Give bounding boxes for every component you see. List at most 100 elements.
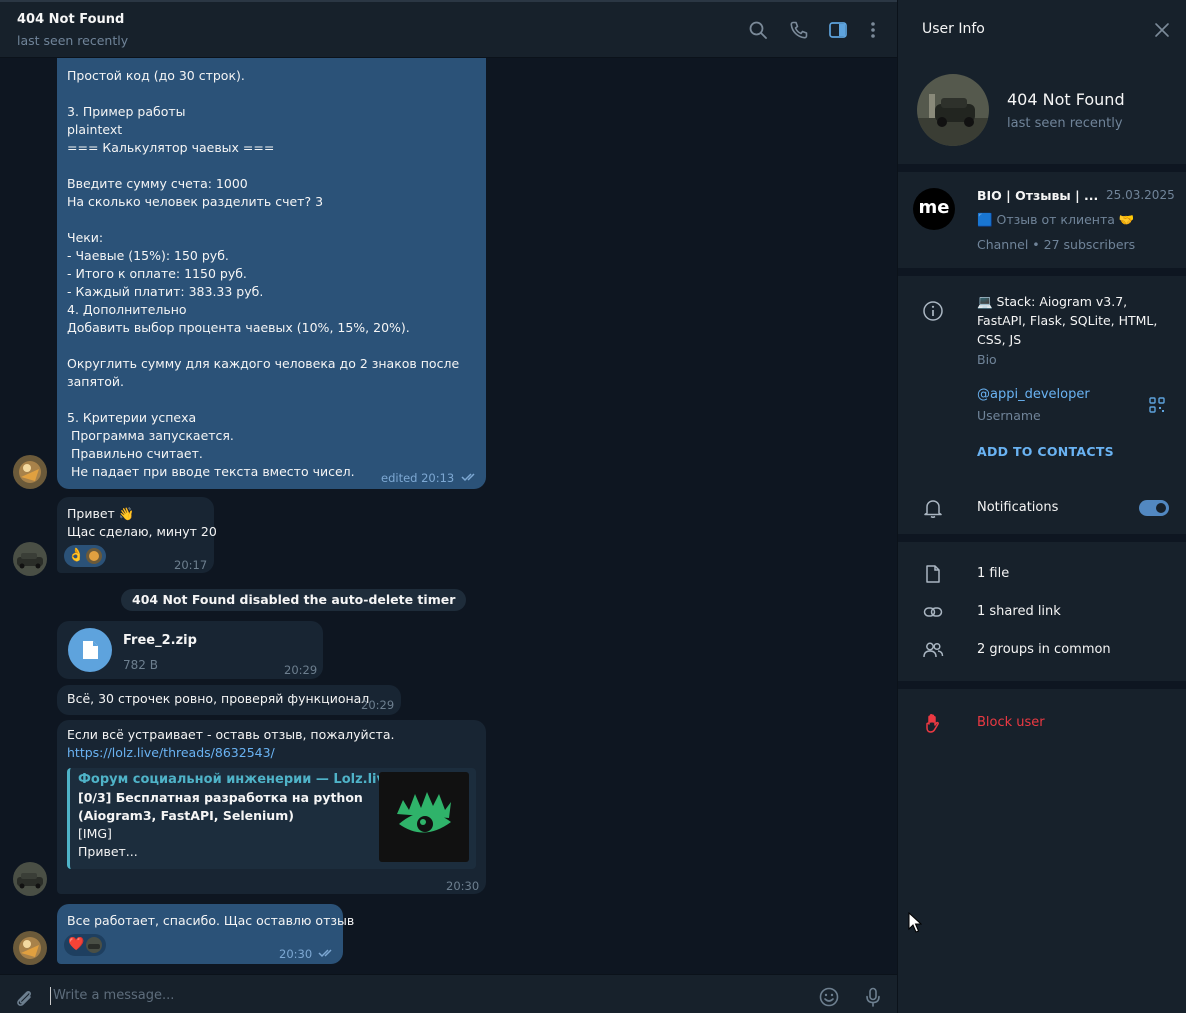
divider (898, 681, 1186, 689)
avatar[interactable] (13, 542, 47, 576)
message-bubble[interactable]: Привет 👋 Щас сделаю, минут 20 👌 20:17 (57, 497, 217, 573)
sidebar-toggle-icon[interactable] (828, 20, 848, 40)
message-time: 20:29 (284, 663, 318, 677)
channel-name[interactable]: BIO | Отзывы | ... (977, 188, 1098, 203)
message-time: 20:29 (361, 698, 395, 712)
shared-links-row[interactable]: 1 shared link (977, 604, 1061, 619)
telegram-window: 404 Not Found last seen recently Простой… (0, 0, 1186, 1013)
message-line: Добавить выбор процента чаевых (10%, 15%… (67, 320, 410, 335)
link-preview[interactable]: Форум социальной инженерии — Lolz.live..… (67, 768, 476, 869)
preview-image[interactable] (379, 772, 469, 862)
read-ticks-icon (461, 473, 475, 482)
preview-text-line: Привет... (78, 844, 138, 859)
divider (898, 534, 1186, 542)
emoji-icon[interactable] (818, 986, 840, 1008)
message-bubble[interactable]: Простой код (до 30 строк). 3. Пример рабо… (57, 58, 486, 489)
link-icon (922, 601, 944, 623)
chat-header[interactable]: 404 Not Found last seen recently (0, 2, 897, 58)
preview-text-line: [IMG] (78, 826, 112, 841)
channel-date: 25.03.2025 (1106, 188, 1175, 202)
bio-text: 💻 Stack: Aiogram v3.7, FastAPI, Flask, S… (977, 294, 1158, 347)
mouse-cursor-icon (908, 912, 922, 933)
message-text: Привет 👋 Щас сделаю, минут 20 (67, 505, 217, 541)
message-text: Если всё устраивает - оставь отзыв, пожа… (67, 727, 395, 742)
close-icon[interactable] (1154, 22, 1170, 38)
profile-status: last seen recently (1007, 116, 1123, 131)
message-bubble[interactable]: Все работает, спасибо. Щас оставлю отзыв… (57, 904, 354, 964)
toggle-knob (1154, 501, 1168, 515)
file-name[interactable]: Free_2.zip (123, 632, 197, 650)
preview-site-name: Форум социальной инженерии — Lolz.live..… (78, 772, 409, 787)
reactions[interactable]: ❤️ (64, 934, 107, 956)
groups-in-common-row[interactable]: 2 groups in common (977, 642, 1111, 657)
panel-title: User Info (922, 21, 985, 37)
user-info-panel: User Info 404 Not Found last seen recent… (897, 0, 1186, 1013)
message-line: - Итого к оплате: 1150 руб. (67, 266, 247, 281)
chat-pane: 404 Not Found last seen recently Простой… (0, 0, 897, 1013)
divider (898, 268, 1186, 276)
message-list[interactable]: Простой код (до 30 строк). 3. Пример рабо… (0, 58, 897, 974)
divider (898, 164, 1186, 172)
message-line: Введите сумму счета: 1000 (67, 176, 248, 191)
message-line: Привет 👋 (67, 506, 135, 521)
reactor-avatar (86, 937, 103, 953)
message-line: 5. Критерии успеха (67, 410, 197, 425)
hand-block-icon (922, 712, 944, 734)
file-icon (922, 563, 944, 585)
profile-avatar[interactable] (917, 74, 989, 146)
qr-code-icon[interactable] (1148, 396, 1166, 414)
file-message[interactable]: Free_2.zip 782 B 20:29 (57, 621, 323, 679)
chat-title[interactable]: 404 Not Found (17, 12, 124, 27)
bio-label: Bio (977, 352, 997, 367)
groups-icon (922, 639, 944, 661)
preview-title-line: [0/3] Бесплатная разработка на python (78, 790, 363, 805)
bell-icon (922, 497, 944, 519)
message-time: 20:17 (174, 558, 208, 572)
avatar[interactable] (13, 455, 47, 489)
message-line: Программа запускается. (67, 428, 234, 443)
message-line: Простой код (до 30 строк). (67, 68, 245, 83)
channel-last-post: 🟦 Отзыв от клиента 🤝 (977, 212, 1135, 227)
message-line (67, 391, 459, 409)
reaction-emoji: ❤️ (68, 937, 85, 952)
attach-icon[interactable] (13, 986, 35, 1008)
microphone-icon[interactable] (862, 986, 884, 1008)
message-line: Чеки: (67, 230, 104, 245)
message-line: На сколько человек разделить счет? 3 (67, 194, 324, 209)
message-line (67, 337, 459, 355)
username[interactable]: @appi_developer (977, 387, 1090, 402)
message-line: 4. Дополнительно (67, 302, 187, 317)
message-line (67, 211, 459, 229)
message-bubble[interactable]: Всё, 30 строчек ровно, проверяй функцион… (57, 685, 401, 715)
reaction-emoji: 👌 (68, 548, 85, 563)
notifications-toggle[interactable] (1139, 500, 1169, 516)
channel-meta: Channel • 27 subscribers (977, 237, 1136, 252)
avatar[interactable] (13, 862, 47, 896)
message-time: 20:30 (446, 879, 480, 893)
message-input[interactable]: Write a message... (50, 987, 174, 1005)
more-vertical-icon[interactable] (863, 20, 883, 40)
file-icon[interactable] (68, 628, 112, 672)
block-user-button[interactable]: Block user (977, 715, 1045, 730)
message-line: Правильно считает. (67, 446, 203, 461)
profile-name: 404 Not Found (1007, 90, 1125, 109)
message-line: запятой. (67, 374, 125, 389)
search-icon[interactable] (748, 20, 768, 40)
message-time: 20:30 (279, 947, 313, 961)
message-line: Щас сделаю, минут 20 (67, 524, 217, 539)
message-line (67, 85, 459, 103)
add-to-contacts-button[interactable]: ADD TO CONTACTS (977, 444, 1114, 459)
avatar[interactable] (13, 931, 47, 965)
message-line: === Калькулятор чаевых === (67, 140, 275, 155)
message-line: - Чаевые (15%): 150 руб. (67, 248, 229, 263)
message-text: Все работает, спасибо. Щас оставлю отзыв (67, 913, 355, 928)
reactions[interactable]: 👌 (64, 545, 107, 567)
shared-files-row[interactable]: 1 file (977, 566, 1009, 581)
phone-icon[interactable] (789, 20, 809, 40)
channel-logo[interactable]: me (913, 188, 955, 230)
message-line: plaintext (67, 122, 123, 137)
message-text: Простой код (до 30 строк). 3. Пример рабо… (67, 67, 459, 481)
file-size: 782 B (123, 658, 158, 672)
message-link[interactable]: https://lolz.live/threads/8632543/ (67, 744, 275, 762)
message-bubble[interactable]: Если всё устраивает - оставь отзыв, пожа… (57, 720, 486, 894)
